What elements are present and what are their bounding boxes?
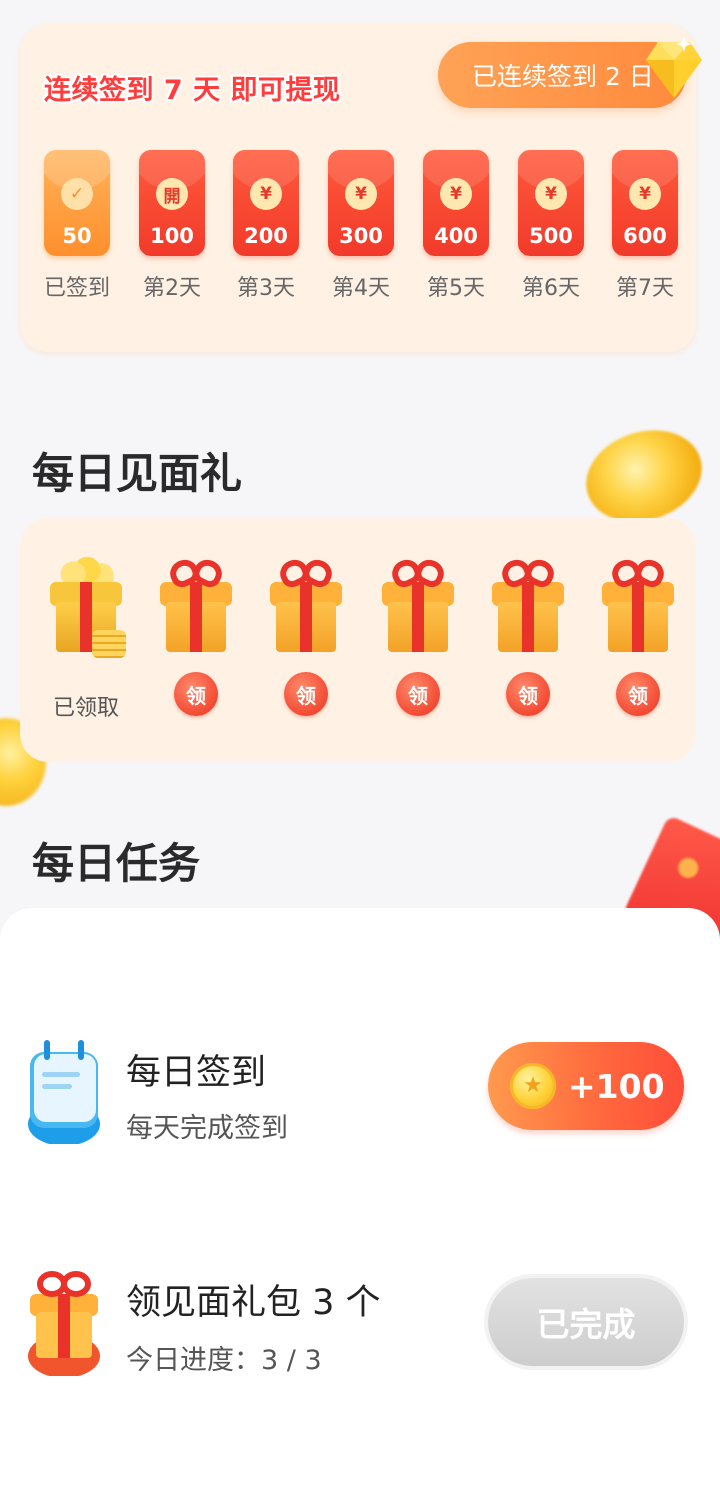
red-envelope-icon: ¥600 bbox=[612, 150, 678, 256]
signin-days: ✓ 50 已签到 開 100 第2天 ¥200 第3天 ¥300 第4天 ¥400 第5天 ¥500 第6… bbox=[42, 150, 682, 302]
signin-day-7[interactable]: ¥600 第7天 bbox=[610, 150, 680, 302]
red-envelope-icon: ✓ 50 bbox=[44, 150, 110, 256]
envelope-amount: 300 bbox=[339, 224, 383, 248]
signin-day-3[interactable]: ¥200 第3天 bbox=[231, 150, 301, 302]
signin-day-2[interactable]: 開 100 第2天 bbox=[137, 150, 207, 302]
claim-gift-button[interactable]: 领 bbox=[284, 672, 328, 716]
day-label: 已签到 bbox=[43, 276, 110, 301]
task-progress: 今日进度：3 / 3 bbox=[126, 1345, 322, 1376]
gift-box-icon bbox=[158, 555, 234, 654]
daily-gift-2[interactable]: 领 bbox=[156, 555, 236, 716]
gift-box-icon bbox=[380, 555, 456, 654]
daily-gift-3[interactable]: 领 bbox=[266, 555, 346, 716]
task-title: 每日签到 bbox=[126, 1053, 267, 1093]
red-envelope-icon: 開 100 bbox=[139, 150, 205, 256]
signin-title: 连续签到 7 天 即可提现 bbox=[44, 75, 341, 106]
daily-gift-card: 已领取 领 领 领 领 领 bbox=[20, 518, 696, 762]
envelope-amount: 400 bbox=[434, 224, 478, 248]
yuan-badge-icon: ¥ bbox=[345, 178, 377, 210]
red-envelope-icon: ¥500 bbox=[518, 150, 584, 256]
signin-day-4[interactable]: ¥300 第4天 bbox=[326, 150, 396, 302]
task-panel: 每日签到 每天完成签到 ★ +100 领见面礼包 3 个 今日进度：3 / 3 … bbox=[0, 908, 720, 1500]
yuan-badge-icon: ¥ bbox=[250, 178, 282, 210]
gift-ribbon-v bbox=[80, 582, 92, 652]
signin-day-5[interactable]: ¥400 第5天 bbox=[421, 150, 491, 302]
reward-amount: +100 bbox=[568, 1066, 665, 1106]
claim-gift-button[interactable]: 领 bbox=[616, 672, 660, 716]
daily-gift-1: 已领取 bbox=[46, 556, 126, 722]
day-label: 第2天 bbox=[143, 276, 201, 301]
gift-box-icon bbox=[490, 555, 566, 654]
gift-ribbon-v bbox=[632, 582, 644, 652]
day-label: 第7天 bbox=[616, 276, 674, 301]
diamond-icon bbox=[646, 36, 702, 98]
gift-icon bbox=[28, 1271, 100, 1376]
gift-ribbon-v bbox=[522, 582, 534, 652]
yuan-badge-icon: 開 bbox=[156, 178, 188, 210]
claim-reward-button[interactable]: ★ +100 bbox=[488, 1042, 684, 1130]
yuan-badge-icon: ¥ bbox=[629, 178, 661, 210]
gift-claimed-label: 已领取 bbox=[52, 696, 119, 721]
daily-gift-5[interactable]: 领 bbox=[488, 555, 568, 716]
signin-day-6[interactable]: ¥500 第6天 bbox=[516, 150, 586, 302]
envelope-amount: 100 bbox=[150, 224, 194, 248]
coin-icon: ★ bbox=[510, 1063, 556, 1109]
gift-ribbon-v bbox=[412, 582, 424, 652]
envelope-amount: 50 bbox=[62, 224, 92, 248]
envelope-amount: 600 bbox=[623, 224, 667, 248]
gift-ribbon-v bbox=[300, 582, 312, 652]
gift-ribbon-v bbox=[190, 582, 202, 652]
yuan-badge-icon: ¥ bbox=[440, 178, 472, 210]
red-envelope-icon: ¥400 bbox=[423, 150, 489, 256]
day-label: 第3天 bbox=[237, 276, 295, 301]
yuan-badge-icon: ¥ bbox=[535, 178, 567, 210]
daily-tasks-title: 每日任务 bbox=[32, 839, 201, 888]
claim-gift-button[interactable]: 领 bbox=[174, 672, 218, 716]
red-envelope-icon: ¥200 bbox=[233, 150, 299, 256]
day-label: 第4天 bbox=[332, 276, 390, 301]
completed-button[interactable]: 已完成 bbox=[488, 1278, 684, 1366]
envelope-amount: 200 bbox=[244, 224, 288, 248]
signin-day-1[interactable]: ✓ 50 已签到 bbox=[42, 150, 112, 302]
streak-text: 已连续签到 2 日 bbox=[472, 62, 654, 91]
gift-box-icon bbox=[600, 555, 676, 654]
claim-gift-button[interactable]: 领 bbox=[396, 672, 440, 716]
gift-box-icon bbox=[268, 555, 344, 654]
envelope-amount: 500 bbox=[529, 224, 573, 248]
day-label: 第5天 bbox=[427, 276, 485, 301]
gift-stack bbox=[92, 630, 126, 658]
daily-gift-6[interactable]: 领 bbox=[598, 555, 678, 716]
daily-gift-4[interactable]: 领 bbox=[378, 555, 458, 716]
task-row-daily-signin: 每日签到 每天完成签到 ★ +100 bbox=[0, 1026, 720, 1166]
claim-gift-button[interactable]: 领 bbox=[506, 672, 550, 716]
task-row-gift-pack: 领见面礼包 3 个 今日进度：3 / 3 已完成 bbox=[0, 1258, 720, 1398]
task-subtitle: 每天完成签到 bbox=[126, 1113, 288, 1144]
daily-gift-title: 每日见面礼 bbox=[32, 449, 243, 498]
calendar-icon bbox=[28, 1040, 100, 1144]
task-title: 领见面礼包 3 个 bbox=[126, 1283, 381, 1323]
coin-gift-icon bbox=[48, 556, 126, 658]
signin-card: 连续签到 7 天 即可提现 已连续签到 2 日 ✓ 50 已签到 開 100 第2天 ¥20… bbox=[20, 24, 702, 352]
red-envelope-icon: ¥300 bbox=[328, 150, 394, 256]
day-label: 第6天 bbox=[522, 276, 580, 301]
check-icon: ✓ bbox=[61, 178, 93, 210]
